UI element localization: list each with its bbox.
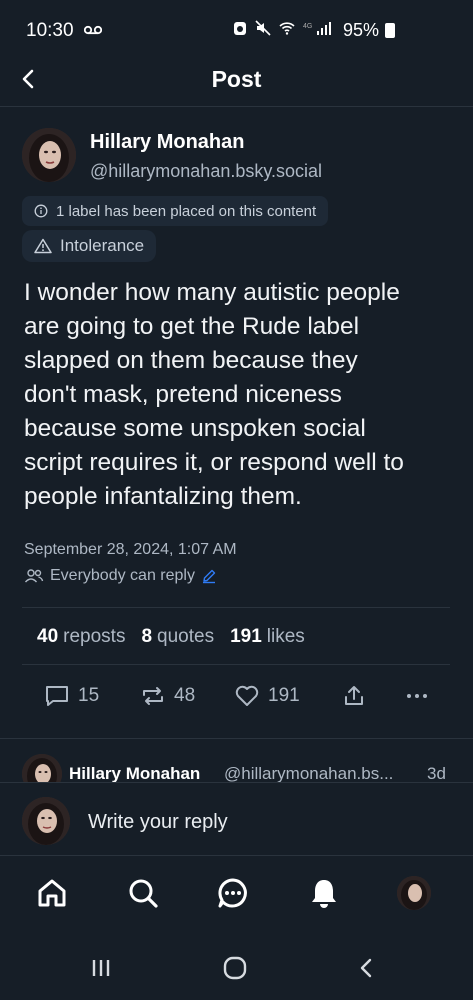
label-notice[interactable]: 1 label has been placed on this content [22, 196, 329, 226]
status-bar: 10:30 4G 95% [0, 0, 473, 56]
reply-count: 15 [78, 685, 100, 706]
quotes-stat[interactable]: 8 quotes [141, 626, 214, 648]
tab-profile[interactable] [394, 873, 434, 913]
like-count: 191 [268, 685, 300, 706]
reply-author-handle[interactable]: @hillarymonahan.bs... [224, 764, 393, 784]
label-chip[interactable]: Intolerance [22, 230, 157, 262]
like-button[interactable]: 191 [234, 684, 300, 708]
tab-chat[interactable] [213, 873, 253, 913]
home-icon [38, 879, 66, 907]
svg-text:4G: 4G [303, 23, 312, 30]
reply-input-placeholder[interactable]: Write your reply [88, 811, 228, 834]
edit-pencil-icon[interactable] [201, 568, 217, 584]
repost-button[interactable]: 48 [140, 684, 195, 708]
comment-icon [46, 686, 68, 706]
reply-author-name[interactable]: Hillary Monahan [69, 764, 200, 784]
mute-icon [255, 20, 271, 41]
divider [22, 607, 450, 608]
likes-stat[interactable]: 191 likes [230, 626, 305, 648]
more-options-button[interactable] [404, 684, 430, 708]
back-nav-button[interactable] [350, 953, 384, 983]
author-handle[interactable]: @hillarymonahan.bsky.social [90, 161, 322, 182]
reply-setting-text: Everybody can reply [50, 567, 195, 584]
page-title: Post [211, 66, 262, 92]
repost-count: 48 [174, 685, 196, 706]
bottom-tab-bar [0, 855, 473, 935]
share-button[interactable] [342, 684, 366, 708]
top-bar: Post [0, 56, 473, 107]
label-notice-text: 1 label has been placed on this content [56, 202, 317, 220]
post-date: September 28, 2024, 1:07 AM [24, 541, 237, 558]
post-actions: 15 48 191 [0, 684, 473, 718]
reply-setting[interactable]: Everybody can reply [24, 567, 217, 585]
chat-icon [218, 878, 247, 908]
share-icon [345, 686, 363, 705]
recent-apps-icon [92, 960, 110, 976]
label-chip-text: Intolerance [60, 236, 145, 255]
status-time: 10:30 [26, 20, 74, 41]
signal-icon: 4G [303, 20, 333, 41]
reposts-stat[interactable]: 40 reposts [37, 626, 125, 648]
tab-notifications[interactable] [304, 873, 344, 913]
recent-apps-button[interactable] [84, 953, 118, 983]
status-icons: 4G [233, 20, 333, 41]
system-navigation-bar [0, 935, 473, 1000]
warning-icon [34, 238, 52, 254]
tab-search[interactable] [123, 873, 163, 913]
bell-icon [312, 880, 336, 908]
wifi-icon [279, 20, 295, 41]
home-nav-button[interactable] [218, 953, 252, 983]
people-icon [24, 569, 44, 583]
post-text: I wonder how many autistic people are go… [24, 279, 404, 510]
back-arrow-icon [360, 958, 372, 978]
reply-timestamp: 3d [427, 764, 446, 783]
tab-home[interactable] [32, 873, 72, 913]
battery-icon [385, 23, 395, 38]
author-avatar[interactable] [22, 128, 76, 182]
voicemail-icon [83, 22, 103, 40]
divider [22, 664, 450, 665]
profile-avatar [397, 876, 431, 910]
search-icon [129, 879, 158, 908]
engagement-stats: 40 reposts 8 quotes 191 likes [37, 626, 305, 648]
alarm-icon [233, 20, 247, 41]
repost-icon [143, 687, 163, 705]
battery-percent: 95% [342, 20, 379, 40]
info-icon [34, 204, 48, 218]
heart-icon [235, 685, 259, 706]
my-avatar [22, 797, 70, 845]
reply-button[interactable]: 15 [44, 684, 99, 708]
thread-divider [0, 738, 473, 739]
author-name[interactable]: Hillary Monahan [90, 131, 244, 154]
more-horizontal-icon [407, 694, 427, 698]
home-circle-icon [223, 956, 247, 980]
reply-composer[interactable]: Write your reply [0, 782, 473, 856]
